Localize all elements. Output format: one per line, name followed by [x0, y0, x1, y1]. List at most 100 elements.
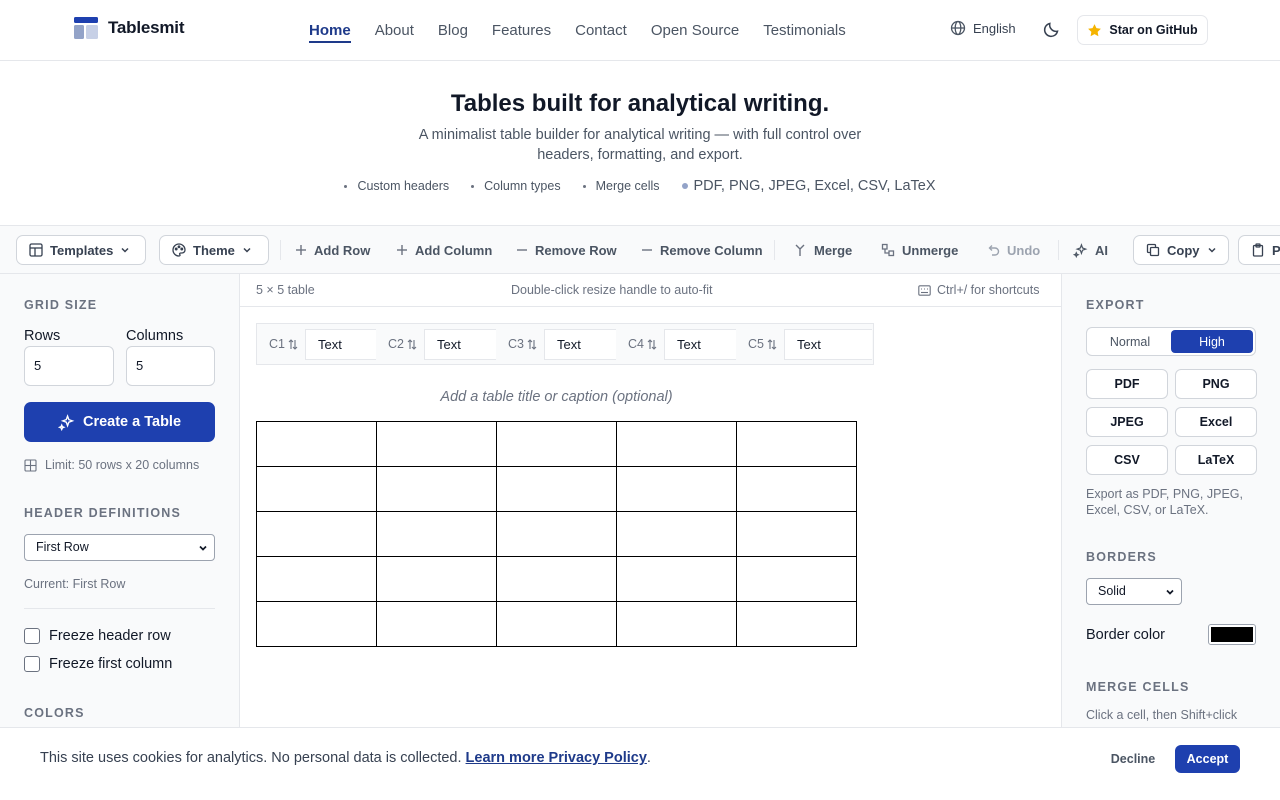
table-row: [256, 421, 857, 467]
table-cell[interactable]: [376, 556, 497, 602]
templates-dropdown[interactable]: Templates: [16, 235, 146, 265]
table-cell[interactable]: [376, 421, 497, 467]
column-header-c3: C3 Text: [496, 323, 616, 365]
star-on-github-button[interactable]: Star on GitHub: [1077, 15, 1208, 45]
header-definition-select[interactable]: First Row: [24, 534, 215, 561]
nav-open-source[interactable]: Open Source: [651, 0, 739, 60]
export-excel-button[interactable]: Excel: [1175, 407, 1257, 437]
table-cell[interactable]: [616, 466, 737, 512]
export-title: EXPORT: [1086, 298, 1145, 312]
rows-input[interactable]: 5: [24, 346, 114, 386]
table-cell[interactable]: [496, 556, 617, 602]
table-cell[interactable]: [376, 466, 497, 512]
table-toolbar: Templates Theme Add Row Add Column Remov…: [0, 226, 1280, 274]
ai-button[interactable]: AI: [1073, 235, 1108, 265]
column-type-select[interactable]: Text: [664, 329, 736, 360]
nav-features[interactable]: Features: [492, 0, 551, 60]
table-cell[interactable]: [736, 601, 857, 647]
table-cell[interactable]: [616, 601, 737, 647]
freeze-header-checkbox[interactable]: Freeze header row: [24, 628, 171, 644]
export-jpeg-button[interactable]: JPEG: [1086, 407, 1168, 437]
table-cell[interactable]: [616, 511, 737, 557]
column-name: C1: [269, 337, 285, 351]
columns-input[interactable]: 5: [126, 346, 215, 386]
export-latex-button[interactable]: LaTeX: [1175, 445, 1257, 475]
table-cell[interactable]: [376, 601, 497, 647]
border-color-picker[interactable]: [1208, 624, 1256, 645]
nav-blog[interactable]: Blog: [438, 0, 468, 60]
table-caption-input[interactable]: Add a table title or caption (optional): [256, 389, 857, 405]
table-cell[interactable]: [616, 556, 737, 602]
checkbox[interactable]: [24, 628, 40, 644]
privacy-policy-link[interactable]: Learn more Privacy Policy: [466, 750, 647, 766]
feature-item: Custom headers: [344, 179, 449, 193]
freeze-first-column-checkbox[interactable]: Freeze first column: [24, 656, 172, 672]
table-cell[interactable]: [256, 511, 377, 557]
right-sidebar: EXPORT Normal High PDF PNG JPEG Excel CS…: [1061, 274, 1280, 800]
language-label: English: [973, 20, 1016, 36]
copy-icon: [1146, 243, 1160, 257]
border-style-select[interactable]: Solid: [1086, 578, 1182, 605]
quality-normal-option[interactable]: Normal: [1089, 330, 1171, 353]
table-cell[interactable]: [736, 511, 857, 557]
column-type-select[interactable]: Text: [424, 329, 496, 360]
nav-contact[interactable]: Contact: [575, 0, 627, 60]
unmerge-button[interactable]: Unmerge: [881, 235, 958, 265]
table-cell[interactable]: [496, 466, 617, 512]
export-pdf-button[interactable]: PDF: [1086, 369, 1168, 399]
quality-high-option[interactable]: High: [1171, 330, 1253, 353]
sort-icon: [407, 338, 417, 350]
merge-button[interactable]: Merge: [793, 235, 852, 265]
language-selector[interactable]: English: [950, 20, 1016, 36]
colors-title: COLORS: [24, 706, 85, 720]
copy-dropdown[interactable]: Copy: [1133, 235, 1229, 265]
sort-icon: [647, 338, 657, 350]
minus-icon: [516, 244, 528, 256]
table-cell[interactable]: [496, 421, 617, 467]
export-quality-toggle: Normal High: [1086, 327, 1256, 356]
table-cell[interactable]: [496, 601, 617, 647]
paste-dropdown[interactable]: P: [1238, 235, 1280, 265]
add-column-button[interactable]: Add Column: [396, 235, 492, 265]
table-cell[interactable]: [256, 466, 377, 512]
table-cell[interactable]: [256, 601, 377, 647]
accept-button[interactable]: Accept: [1175, 745, 1240, 773]
column-definitions: C1 Text C2 Text C3 Text C4 Text C5 Text: [256, 323, 874, 365]
undo-button[interactable]: Undo: [986, 235, 1040, 265]
table-cell[interactable]: [496, 511, 617, 557]
table-row: [256, 556, 857, 602]
sparkle-icon: [57, 413, 75, 431]
add-row-button[interactable]: Add Row: [295, 235, 370, 265]
header-definitions-title: HEADER DEFINITIONS: [24, 506, 182, 520]
chevron-down-icon: [1207, 245, 1217, 255]
remove-column-button[interactable]: Remove Column: [641, 235, 763, 265]
moon-icon[interactable]: [1043, 20, 1061, 38]
table-cell[interactable]: [736, 466, 857, 512]
column-type-select[interactable]: Text: [544, 329, 616, 360]
nav-testimonials[interactable]: Testimonials: [763, 0, 846, 60]
create-table-button[interactable]: Create a Table: [24, 402, 215, 442]
globe-icon: [950, 20, 966, 36]
table-cell[interactable]: [736, 421, 857, 467]
current-header-note: Current: First Row: [24, 577, 126, 591]
table-cell[interactable]: [256, 421, 377, 467]
theme-dropdown[interactable]: Theme: [159, 235, 269, 265]
remove-row-button[interactable]: Remove Row: [516, 235, 617, 265]
brand[interactable]: Tablesmit: [74, 17, 184, 39]
column-header-c1: C1 Text: [256, 323, 377, 365]
column-type-select[interactable]: Text: [305, 329, 377, 360]
nav-home[interactable]: Home: [309, 0, 351, 60]
shortcuts-hint[interactable]: Ctrl+/ for shortcuts: [918, 283, 1039, 297]
nav-about[interactable]: About: [375, 0, 414, 60]
table-cell[interactable]: [376, 511, 497, 557]
export-csv-button[interactable]: CSV: [1086, 445, 1168, 475]
table-cell[interactable]: [256, 556, 377, 602]
table-cell[interactable]: [736, 556, 857, 602]
export-png-button[interactable]: PNG: [1175, 369, 1257, 399]
column-type-select[interactable]: Text: [784, 329, 872, 360]
column-name: C2: [388, 337, 404, 351]
decline-button[interactable]: Decline: [1100, 745, 1166, 773]
table-cell[interactable]: [616, 421, 737, 467]
checkbox[interactable]: [24, 656, 40, 672]
column-header-c2: C2 Text: [376, 323, 496, 365]
